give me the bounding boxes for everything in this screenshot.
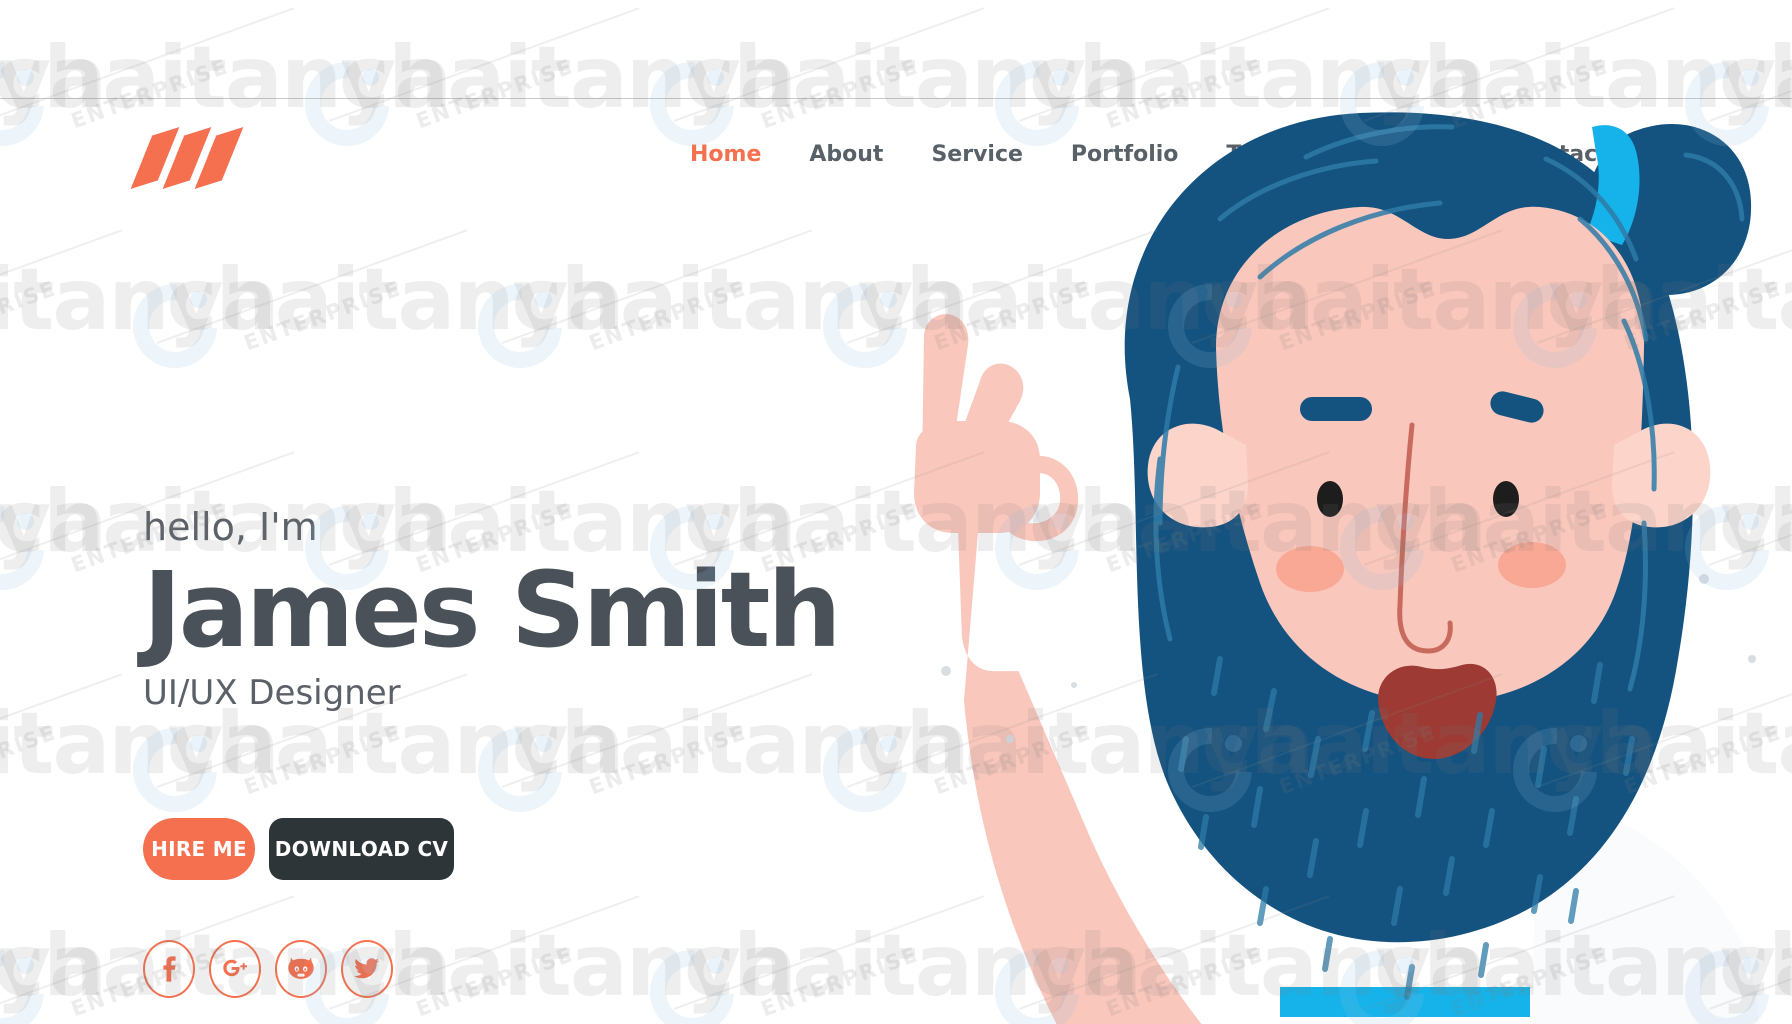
watermark-c-dot	[707, 69, 724, 86]
watermark-rule	[0, 229, 122, 344]
watermark-c-dot	[534, 735, 552, 752]
twitter-icon[interactable]	[341, 940, 393, 998]
github-icon[interactable]	[275, 940, 327, 998]
hero-illustration	[700, 99, 1792, 1024]
decor-dot	[1699, 574, 1709, 584]
watermark-c-dot	[189, 735, 207, 752]
hero-name-heading: James Smith	[143, 549, 842, 671]
facebook-icon[interactable]	[143, 940, 195, 998]
watermark-subtitle: ENTERPRISE	[0, 276, 60, 356]
watermark-c-dot	[1742, 69, 1759, 86]
decor-dot	[1071, 682, 1077, 688]
watermark-c-icon	[460, 266, 579, 386]
watermark-c-icon	[115, 710, 234, 830]
decor-dot	[941, 666, 951, 676]
watermark-word: chaitanya	[0, 916, 107, 1016]
ear-right	[1612, 423, 1711, 528]
watermark-subtitle: ENTERPRISE	[240, 720, 405, 800]
download-cv-button[interactable]: DOWNLOAD CV	[269, 818, 454, 880]
watermark-tile: chaitanyaENTERPRISE	[115, 192, 625, 422]
watermark-tile: chaitanyaENTERPRISE	[0, 636, 280, 866]
watermark-subtitle: ENTERPRISE	[240, 276, 405, 356]
eye-right	[1493, 481, 1519, 517]
decor-dot	[1748, 655, 1756, 663]
watermark-c-dot	[1397, 69, 1414, 86]
cheek-right	[1498, 542, 1566, 588]
watermark-c-icon	[115, 266, 234, 386]
watermark-c-dot	[189, 291, 207, 308]
watermark-rule	[156, 229, 467, 344]
cheek-left	[1276, 546, 1344, 592]
watermark-c-dot	[1052, 69, 1069, 86]
watermark-word: chaitanya	[0, 472, 107, 572]
watermark-c-icon	[0, 932, 62, 1024]
watermark-word: chaitanya	[0, 250, 280, 350]
watermark-rule	[0, 673, 122, 788]
watermark-c-dot	[534, 291, 552, 308]
hero-role-subtitle: UI/UX Designer	[143, 673, 401, 714]
watermark-c-icon	[460, 710, 579, 830]
hire-me-button[interactable]: HIRE ME	[143, 818, 255, 880]
social-links	[143, 940, 393, 998]
watermark-c-icon	[0, 488, 62, 608]
hand-pointing	[914, 314, 1079, 542]
hero-action-buttons: HIRE ME DOWNLOAD CV	[143, 818, 454, 880]
eye-left	[1317, 481, 1343, 517]
watermark-c-dot	[17, 69, 34, 86]
watermark-c-dot	[362, 69, 379, 86]
watermark-subtitle: ENTERPRISE	[0, 720, 60, 800]
eyebrow-left	[1300, 397, 1372, 421]
watermark-c-dot	[17, 957, 34, 974]
brand-logo-icon[interactable]	[143, 127, 235, 189]
watermark-word: chaitanya	[166, 250, 625, 350]
hero-greeting: hello, I'm	[143, 505, 318, 549]
google-plus-icon[interactable]	[209, 940, 261, 998]
hero-text-block: hello, I'm James Smith UI/UX Designer	[143, 505, 842, 714]
watermark-tile: chaitanyaENTERPRISE	[0, 192, 280, 422]
watermark-subtitle: ENTERPRISE	[412, 942, 577, 1022]
decor-dot	[1006, 735, 1014, 743]
watermark-c-dot	[17, 513, 34, 530]
